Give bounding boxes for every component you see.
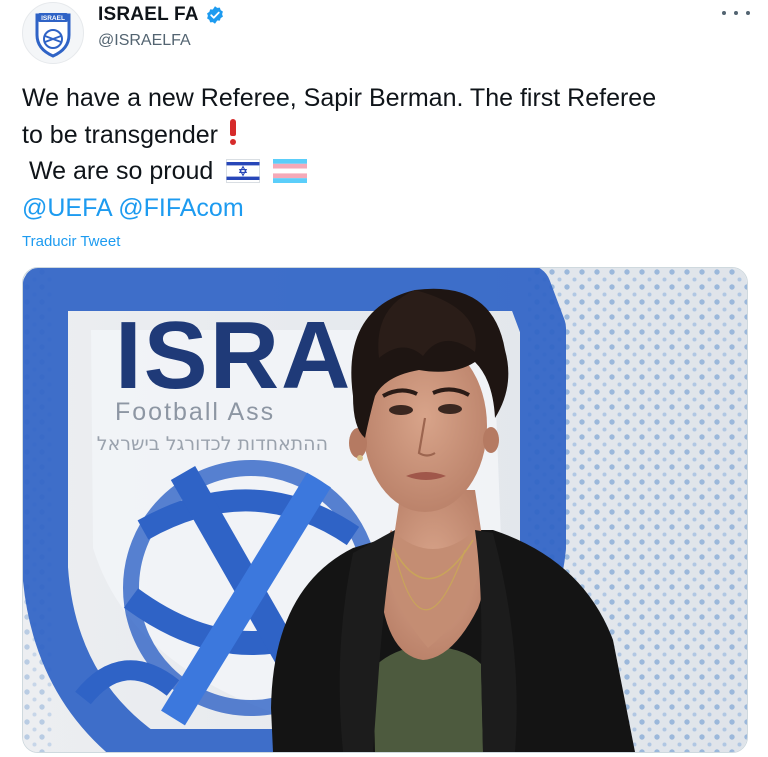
mention-uefa-link[interactable]: @UEFA bbox=[22, 194, 111, 222]
tweet-photo[interactable]: ISRA Football Ass ההתאחדות לכדורגל בישרא… bbox=[22, 267, 748, 753]
logo-subtitle: Football Ass bbox=[115, 398, 275, 426]
avatar[interactable]: ISRAEL bbox=[22, 2, 84, 64]
avatar-text: ISRAEL bbox=[41, 15, 65, 22]
tweet-line-3-text: We are so proud bbox=[28, 157, 214, 185]
transgender-flag-icon bbox=[273, 159, 308, 183]
handle[interactable]: @ISRAELFA bbox=[98, 32, 191, 50]
logo-word: ISRA bbox=[115, 302, 352, 409]
translate-tweet-link[interactable]: Traducir Tweet bbox=[22, 233, 120, 250]
red-exclamation-icon bbox=[229, 118, 236, 145]
more-dot-icon bbox=[722, 11, 726, 15]
logo-hebrew: ההתאחדות לכדורגל בישראל bbox=[97, 433, 328, 455]
tweet-line-2-text: to be transgender bbox=[22, 120, 218, 149]
tweet-line-4: @UEFA @FIFAcom bbox=[22, 190, 742, 227]
tweet-line-1: We have a new Referee, Sapir Berman. The… bbox=[22, 84, 657, 112]
mention-fifacom-link[interactable]: @FIFAcom bbox=[118, 194, 243, 222]
more-dot-icon bbox=[734, 11, 738, 15]
author-name-row: ISRAEL FA bbox=[98, 4, 225, 26]
more-options-button[interactable] bbox=[722, 4, 750, 22]
israel-fa-crest-icon: ISRAEL bbox=[35, 13, 71, 58]
tweet-line-3: We are so proud bbox=[22, 153, 742, 190]
more-dot-icon bbox=[746, 11, 750, 15]
israel-flag-icon bbox=[226, 159, 261, 183]
display-name[interactable]: ISRAEL FA bbox=[98, 4, 199, 26]
tweet-card: ISRAEL ISRAEL FA @ISRAELFA We have a new… bbox=[0, 0, 768, 757]
verified-badge-icon bbox=[206, 6, 223, 24]
tweet-line-2: to be transgender bbox=[22, 117, 742, 154]
tweet-text: We have a new Referee, Sapir Berman. The… bbox=[22, 80, 742, 226]
referee-photo: ISRA Football Ass ההתאחדות לכדורגל בישרא… bbox=[23, 268, 747, 752]
